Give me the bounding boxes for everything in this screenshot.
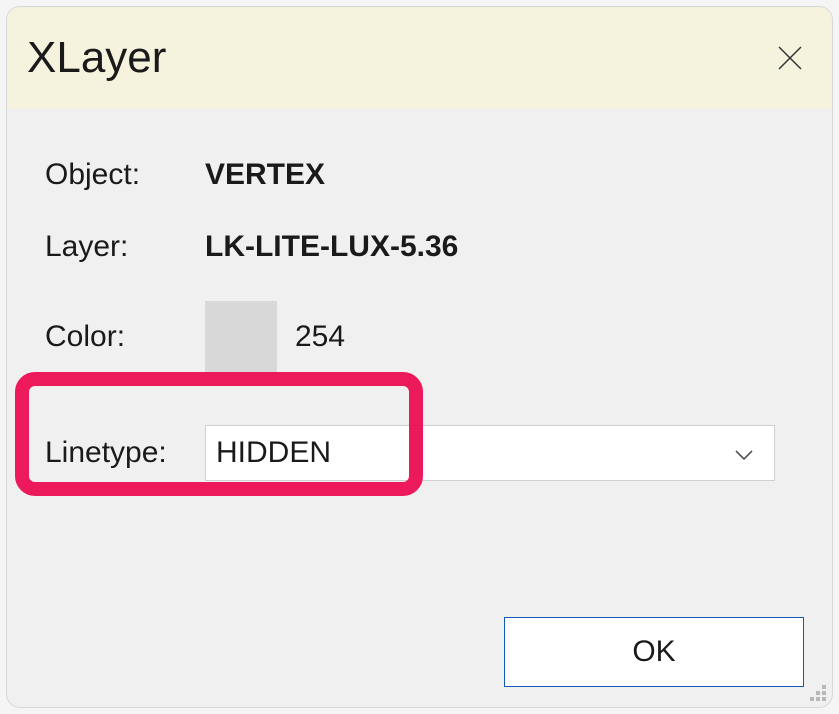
linetype-label: Linetype: <box>35 436 205 470</box>
chevron-down-icon <box>732 441 756 465</box>
layer-value: LK-LITE-LUX-5.36 <box>205 230 458 264</box>
layer-label: Layer: <box>35 230 205 264</box>
object-value: VERTEX <box>205 158 325 192</box>
linetype-row: Linetype: HIDDEN <box>35 409 804 497</box>
button-row: OK <box>7 597 832 707</box>
color-swatch-group[interactable]: 254 <box>205 301 345 373</box>
ok-button-label: OK <box>632 635 675 669</box>
color-label: Color: <box>35 320 205 354</box>
titlebar: XLayer <box>7 7 832 109</box>
object-label: Object: <box>35 158 205 192</box>
layer-row: Layer: LK-LITE-LUX-5.36 <box>35 211 804 283</box>
color-number: 254 <box>295 320 345 354</box>
dialog-content: Object: VERTEX Layer: LK-LITE-LUX-5.36 C… <box>7 109 832 597</box>
xlayer-dialog: XLayer Object: VERTEX Layer: LK-LITE-LUX… <box>6 6 833 708</box>
color-row: Color: 254 <box>35 285 804 389</box>
color-swatch <box>205 301 277 373</box>
close-icon[interactable] <box>776 44 804 72</box>
linetype-select[interactable]: HIDDEN <box>205 425 775 481</box>
dialog-title: XLayer <box>27 33 166 83</box>
object-row: Object: VERTEX <box>35 139 804 211</box>
linetype-value: HIDDEN <box>216 436 331 470</box>
resize-grip-icon[interactable] <box>804 679 828 703</box>
ok-button[interactable]: OK <box>504 617 804 687</box>
